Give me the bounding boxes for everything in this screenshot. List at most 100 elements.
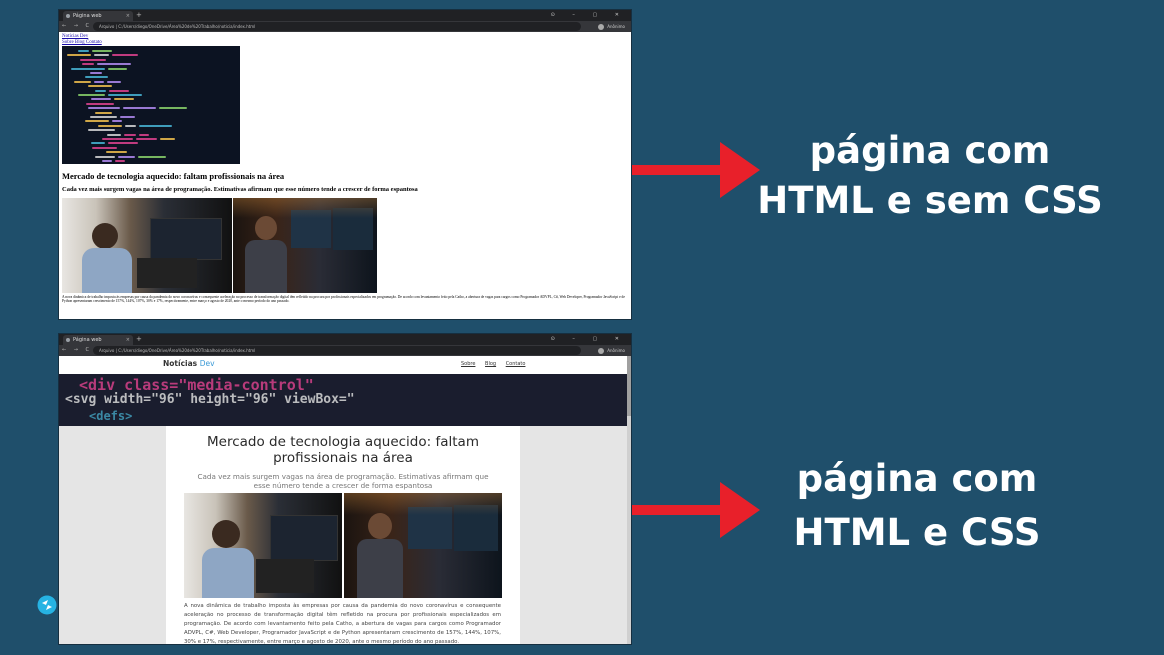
code-line	[117, 155, 135, 158]
article-card: Mercado de tecnologia aquecido: faltam p…	[166, 426, 520, 644]
code-line	[70, 67, 105, 70]
raw-page: Notícias Dev Sobre Blog Contato Mercado …	[59, 32, 631, 306]
site-header: Notícias Dev Sobre Blog Contato	[59, 356, 631, 375]
arrow-right-icon	[632, 142, 760, 198]
code-line	[120, 116, 135, 118]
profile-name: Anônimo	[607, 348, 625, 353]
favicon-icon	[66, 338, 70, 342]
logo-main: Notícias	[163, 359, 198, 368]
code-line	[108, 142, 139, 145]
code-line	[92, 146, 118, 149]
code-line	[67, 54, 92, 57]
label-with-css: página com HTML e CSS	[762, 452, 1072, 560]
photo-developer-laptop	[184, 493, 342, 598]
url-field[interactable]: Arquivo | C:/Users/diego/OneDrive/Área%2…	[93, 346, 581, 355]
code-line	[106, 133, 121, 136]
code-line	[108, 89, 129, 92]
label-without-css-line-1: página com	[809, 129, 1051, 172]
logo-accent: Dev	[199, 359, 215, 368]
browser-tab[interactable]: Página web ×	[63, 11, 133, 21]
close-tab-icon[interactable]: ×	[126, 11, 130, 21]
menu-item-contato[interactable]: Contato	[506, 361, 526, 367]
code-line	[160, 138, 175, 140]
article-subtitle: Cada vez mais surgem vagas na área de pr…	[197, 472, 489, 490]
menu-item-blog[interactable]: Blog	[485, 361, 496, 367]
code-line	[139, 124, 173, 127]
code-line	[112, 120, 123, 123]
code-line	[94, 111, 112, 114]
avatar-icon	[598, 348, 605, 354]
screenshot-html-without-css: Página web × + ⊙ – ▢ ✕ ← → C Arquivo | C…	[59, 10, 631, 319]
scrollbar-thumb[interactable]	[627, 356, 631, 416]
code-line	[92, 50, 112, 52]
browser-chrome: Página web × + ⊙ – ▢ ✕ ← → C Arquivo | C…	[59, 334, 631, 356]
window-controls[interactable]: ⊙ – ▢ ✕	[551, 334, 627, 345]
profile-button[interactable]: Anônimo	[598, 21, 625, 32]
code-line	[74, 80, 92, 83]
code-line	[91, 98, 112, 101]
code-line	[86, 102, 115, 105]
code-line	[102, 138, 133, 140]
site-logo[interactable]: Notícias Dev	[163, 359, 215, 368]
code-line	[87, 85, 112, 88]
label-without-css-line-2: HTML e sem CSS	[757, 179, 1103, 222]
article-paragraph: A nova dinâmica de trabalho imposta às e…	[184, 603, 501, 644]
close-tab-icon[interactable]: ×	[126, 335, 130, 345]
code-line	[136, 138, 157, 140]
window-controls[interactable]: ⊙ – ▢ ✕	[551, 10, 627, 21]
brand-logo-icon	[37, 595, 57, 615]
raw-photos	[62, 198, 628, 293]
article-title: Mercado de tecnologia aquecido: faltam p…	[207, 434, 479, 466]
favicon-icon	[66, 14, 70, 18]
code-line	[78, 94, 105, 96]
code-line	[123, 133, 136, 136]
code-line	[85, 120, 110, 123]
page-scrollbar[interactable]	[627, 356, 631, 644]
code-line	[112, 54, 139, 57]
profile-button[interactable]: Anônimo	[598, 345, 625, 356]
code-banner-image	[62, 46, 240, 164]
profile-name: Anônimo	[607, 24, 625, 29]
code-line	[137, 155, 166, 158]
code-line	[90, 116, 117, 118]
code-line	[85, 76, 109, 79]
arrow-right-icon	[632, 482, 760, 538]
code-line	[114, 98, 135, 101]
code-line	[138, 133, 149, 136]
site-menu: Sobre Blog Contato	[461, 361, 533, 367]
screenshot-html-with-css: Página web × + ⊙ – ▢ ✕ ← → C Arquivo | C…	[59, 334, 631, 644]
code-line	[107, 67, 127, 70]
code-line	[90, 72, 102, 74]
code-line	[107, 80, 122, 83]
banner-code-line-3: <defs>	[89, 409, 133, 423]
code-line	[158, 107, 187, 110]
menu-item-sobre[interactable]: Sobre	[461, 361, 475, 367]
address-bar-row: ← → C Arquivo | C:/Users/diego/OneDrive/…	[59, 21, 631, 32]
code-line	[108, 94, 142, 96]
raw-paragraph: A nova dinâmica de trabalho imposta às e…	[62, 295, 625, 304]
code-line	[94, 54, 110, 57]
tab-title: Página web	[73, 337, 102, 343]
label-with-css-line-1: página com	[796, 457, 1038, 500]
photo-developer-monitors	[344, 493, 502, 598]
address-bar-row: ← → C Arquivo | C:/Users/diego/OneDrive/…	[59, 345, 631, 356]
code-line	[105, 151, 127, 154]
code-line	[96, 63, 131, 66]
code-line	[102, 160, 112, 162]
browser-chrome: Página web × + ⊙ – ▢ ✕ ← → C Arquivo | C…	[59, 10, 631, 32]
nav-buttons[interactable]: ← → C	[62, 21, 92, 32]
code-line	[125, 124, 137, 127]
code-line	[94, 80, 105, 83]
url-field[interactable]: Arquivo | C:/Users/diego/OneDrive/Área%2…	[93, 22, 581, 31]
code-line	[81, 63, 94, 66]
new-tab-button[interactable]: +	[136, 10, 142, 21]
browser-tab[interactable]: Página web ×	[63, 335, 133, 345]
banner-code-line-2: <svg width="96" height="96" viewBox="	[65, 392, 355, 407]
new-tab-button[interactable]: +	[136, 334, 142, 345]
tab-bar: Página web × + ⊙ – ▢ ✕	[59, 10, 631, 21]
page-body: Mercado de tecnologia aquecido: faltam p…	[59, 426, 627, 644]
label-without-css: página com HTML e sem CSS	[752, 126, 1108, 226]
avatar-icon	[598, 24, 605, 30]
nav-buttons[interactable]: ← → C	[62, 345, 92, 356]
photo-developer-monitors	[233, 198, 377, 293]
